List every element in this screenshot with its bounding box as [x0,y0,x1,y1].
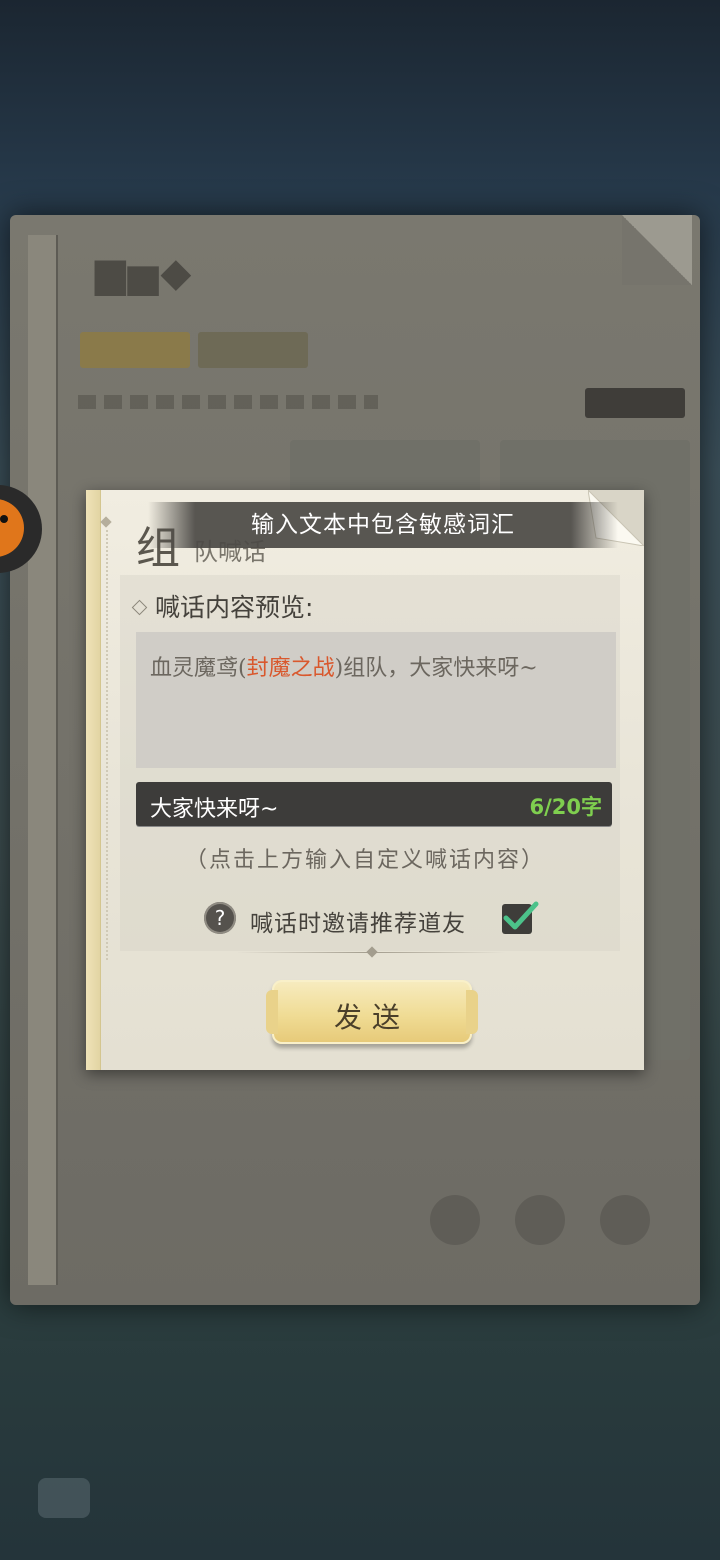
toast-message: 输入文本中包含敏感词汇 [148,502,618,548]
send-button[interactable]: 发送 [266,980,478,1044]
preview-text-part: 血灵魔鸢( [150,656,247,681]
book-corner [622,215,692,285]
preview-box: 血灵魔鸢(封魔之战)组队，大家快来呀~ [136,632,616,768]
background-tabs [80,332,308,368]
preview-label-text: 喊话内容预览: [155,593,314,622]
settings-icon[interactable] [38,1478,90,1518]
book-spine [28,235,58,1285]
help-icon[interactable]: ? [204,902,236,934]
invite-checkbox[interactable] [502,901,539,934]
team-shout-dialog: 组 队喊话 喊话内容预览: 血灵魔鸢(封魔之战)组队，大家快来呀~ 大家快来呀~… [86,490,644,1070]
background-text-line [78,395,378,409]
shout-input-value: 大家快来呀~ [150,797,279,822]
background-round-button [430,1195,480,1245]
dialog-left-edge [86,490,101,1070]
preview-text: 血灵魔鸢(封魔之战)组队，大家快来呀~ [150,650,538,682]
background-round-button [600,1195,650,1245]
background-title-blur: ▆▅◆ [95,250,194,296]
diamond-icon [100,516,112,528]
dialog-dotted-line [106,530,108,960]
diamond-bullet-icon [131,599,148,616]
preview-highlight-text: 封魔之战 [246,656,335,681]
input-hint: （点击上方输入自定义喊话内容） [184,848,545,873]
preview-text-part: )组队，大家快来呀~ [334,656,538,681]
background-round-button [515,1195,565,1245]
background-tab [80,332,190,368]
background-button [585,388,685,418]
preview-label: 喊话内容预览: [131,588,314,624]
send-button-label: 发送 [333,1001,410,1034]
shout-input[interactable]: 大家快来呀~ 6/20字 [136,782,612,826]
char-counter: 6/20字 [529,795,602,819]
invite-label: 喊话时邀请推荐道友 [250,911,466,937]
checkmark-icon [503,901,539,930]
background-tab [198,332,308,368]
